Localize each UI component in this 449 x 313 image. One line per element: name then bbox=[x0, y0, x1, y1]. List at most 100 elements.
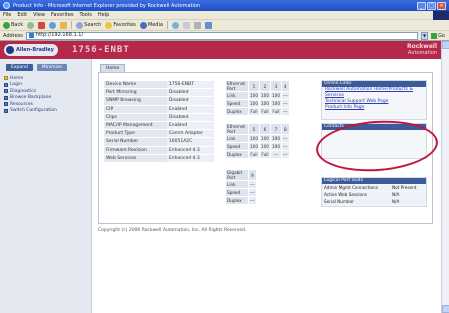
home-icon bbox=[4, 76, 8, 81]
stats-cell: --- bbox=[282, 151, 289, 158]
info-label: Product Type bbox=[104, 130, 167, 138]
table-row: Speed --- bbox=[226, 189, 256, 196]
stats-header: Gigabit Port bbox=[226, 170, 248, 180]
stop-button[interactable] bbox=[38, 21, 46, 29]
menu-view[interactable]: View bbox=[33, 12, 45, 18]
vertical-scrollbar[interactable] bbox=[441, 41, 449, 313]
window-title: Product Info - Microsoft Internet Explor… bbox=[13, 2, 201, 9]
menu-tools[interactable]: Tools bbox=[80, 12, 92, 18]
stats-cell: 100 bbox=[249, 92, 259, 99]
stats-cell: 100 bbox=[260, 100, 270, 107]
stats-label: Speed bbox=[226, 100, 248, 107]
table-row: Clips Disabled bbox=[104, 113, 214, 121]
stop-icon bbox=[38, 21, 46, 29]
print-icon bbox=[193, 21, 201, 29]
info-value: Disabled bbox=[166, 89, 214, 97]
table-row: CIP Enabled bbox=[104, 105, 214, 113]
info-value: Enhanced 4.3 bbox=[166, 146, 214, 154]
stats-header: Ethernet Port bbox=[226, 124, 248, 134]
stats-cell: --- bbox=[282, 135, 289, 142]
table-row: Speed 100 100 100 --- bbox=[226, 143, 289, 150]
page-icon bbox=[28, 33, 34, 38]
stats-header: 2 bbox=[260, 81, 270, 91]
print-button[interactable] bbox=[193, 21, 201, 29]
mail-button[interactable] bbox=[182, 21, 190, 29]
main-content: Home Device Name 1756-ENBT Port Mirroring… bbox=[92, 59, 441, 313]
scroll-down-button[interactable] bbox=[442, 305, 449, 313]
minimize-button[interactable]: _ bbox=[417, 1, 426, 10]
stats-cell: --- bbox=[282, 143, 289, 150]
home-button[interactable] bbox=[60, 21, 68, 29]
search-button[interactable]: Search bbox=[76, 21, 101, 29]
home-icon bbox=[60, 21, 68, 29]
history-icon bbox=[171, 21, 179, 29]
nav-tab-minimize[interactable]: Minimize bbox=[36, 64, 67, 71]
table-row: Duplex --- bbox=[226, 197, 256, 204]
menu-edit[interactable]: Edit bbox=[17, 12, 27, 18]
tab-home[interactable]: Home bbox=[100, 64, 126, 72]
folder-icon bbox=[4, 108, 8, 113]
stats-label: Duplex bbox=[226, 108, 248, 115]
refresh-button[interactable] bbox=[49, 21, 57, 29]
stats-cell: Full bbox=[260, 151, 270, 158]
stats-header: 8 bbox=[282, 124, 289, 134]
back-button[interactable]: Back bbox=[3, 21, 23, 29]
menu-favorites[interactable]: Favorites bbox=[51, 12, 74, 18]
port-stats-table-c: Gigabit Port 9 Link --- Speed --- Duplex… bbox=[225, 169, 257, 205]
windows-logo-icon bbox=[433, 10, 449, 20]
go-button[interactable]: Go bbox=[431, 32, 449, 39]
stats-header: 5 bbox=[249, 124, 259, 134]
allen-bradley-logo[interactable]: Allen-Bradley bbox=[4, 44, 58, 56]
menu-file[interactable]: File bbox=[3, 12, 11, 18]
stats-cell: 100 bbox=[249, 135, 259, 142]
stats-cell: 100 bbox=[249, 100, 259, 107]
stats-cell: 100 bbox=[260, 143, 270, 150]
edit-button[interactable] bbox=[204, 21, 212, 29]
table-row: Device Name 1756-ENBT bbox=[104, 81, 214, 89]
online-links-box: Online Links Rockwell Automation Home/Pr… bbox=[321, 80, 427, 120]
address-input[interactable]: http://192.168.1.1/ bbox=[25, 31, 419, 40]
table-row: Product Type Comm Adapter bbox=[104, 130, 214, 138]
forward-arrow-icon bbox=[27, 21, 35, 29]
info-value: Enabled bbox=[166, 105, 214, 113]
link-product-info[interactable]: Product Info Page bbox=[322, 105, 426, 111]
address-dropdown-button[interactable]: ▼ bbox=[421, 31, 429, 40]
info-value: 1756-ENBT bbox=[166, 81, 214, 89]
folder-icon bbox=[4, 89, 8, 94]
media-icon bbox=[139, 21, 147, 29]
nav-tab-expand[interactable]: Expand bbox=[6, 64, 33, 71]
port-stats-table-b: Ethernet Port 5 6 7 8 Link 100 100 100 -… bbox=[225, 123, 290, 159]
table-row: Link 100 100 100 --- bbox=[226, 135, 289, 142]
port-summary-heading: Logical Port Stats bbox=[322, 178, 426, 184]
stats-cell: --- bbox=[249, 197, 256, 204]
stats-label: Link bbox=[226, 181, 248, 188]
forward-button[interactable] bbox=[27, 21, 35, 29]
copyright-footer: Copyright (c) 2006 Rockwell Automation, … bbox=[98, 228, 247, 233]
link-rockwell-home[interactable]: Rockwell Automation Home/Products & Serv… bbox=[322, 87, 426, 99]
summary-value: Not Present bbox=[392, 185, 417, 190]
stats-cell: --- bbox=[282, 92, 289, 99]
history-button[interactable] bbox=[171, 21, 179, 29]
info-value: Disabled bbox=[166, 97, 214, 105]
close-button[interactable]: × bbox=[437, 1, 446, 10]
table-row: Speed 100 100 100 --- bbox=[226, 100, 289, 107]
menu-bar: File Edit View Favorites Tools Help bbox=[0, 10, 449, 20]
table-row: SNMP Browsing Disabled bbox=[104, 97, 214, 105]
search-icon bbox=[76, 21, 84, 29]
stats-header: 7 bbox=[271, 124, 281, 134]
menu-help[interactable]: Help bbox=[98, 12, 109, 18]
maximize-button[interactable]: □ bbox=[427, 1, 436, 10]
summary-label: Active Web Sessions bbox=[324, 192, 367, 197]
summary-value: N/A bbox=[392, 199, 400, 204]
favorites-button[interactable]: Favorites bbox=[105, 21, 136, 29]
stats-label: Link bbox=[226, 135, 248, 142]
summary-label: Serial Number bbox=[324, 199, 355, 204]
scroll-up-button[interactable] bbox=[442, 41, 449, 49]
product-name: 1756-ENBT bbox=[72, 45, 130, 55]
nav-item-switch-configuration[interactable]: Switch Configuration bbox=[4, 108, 91, 115]
media-button[interactable]: Media bbox=[139, 21, 163, 29]
info-label: Firmware Revision bbox=[104, 146, 167, 154]
window-titlebar: Product Info - Microsoft Internet Explor… bbox=[0, 0, 449, 11]
table-row: Port Mirroring Disabled bbox=[104, 89, 214, 97]
rockwell-brand: Rockwell Automation bbox=[407, 44, 437, 57]
